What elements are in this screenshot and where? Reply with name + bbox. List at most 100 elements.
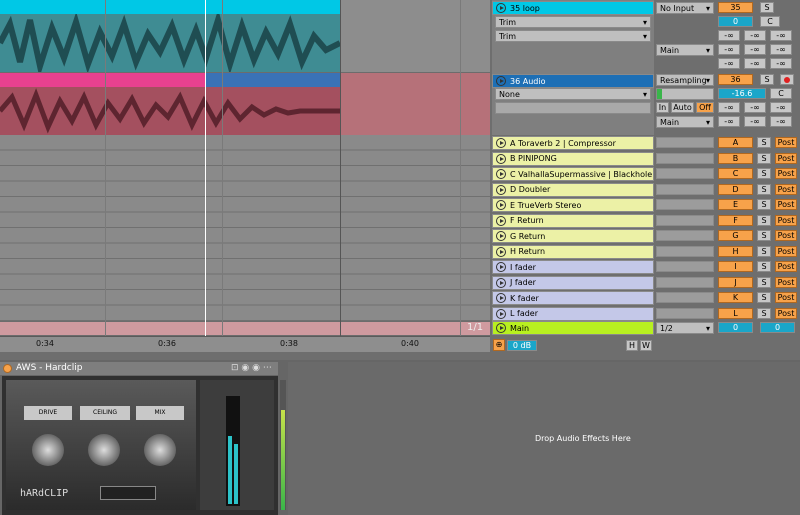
device-view[interactable]: AWS - Hardclip ⊡ ◉ ◉ ⋯ DRIVE CEILING MIX… — [0, 360, 800, 515]
return-post-button[interactable]: Post — [775, 199, 797, 210]
send-loop[interactable]: -∞ — [718, 30, 740, 41]
return-solo-button[interactable]: S — [757, 152, 771, 164]
pan-master[interactable]: 0 — [760, 322, 795, 333]
return-post-button[interactable]: Post — [775, 214, 797, 226]
return-activator[interactable]: C — [718, 168, 753, 179]
return-solo-button[interactable]: S — [757, 230, 771, 241]
input-channel-chooser-audio[interactable] — [495, 102, 651, 114]
fold-icon[interactable] — [496, 246, 506, 257]
return-track-title[interactable]: G Return — [492, 229, 654, 243]
fold-icon[interactable] — [496, 169, 506, 179]
return-lanes[interactable] — [0, 135, 490, 322]
fold-icon[interactable] — [496, 184, 506, 195]
return-post-button[interactable]: Post — [775, 292, 797, 303]
return-activator[interactable]: F — [718, 214, 753, 226]
return-solo-button[interactable]: S — [757, 168, 771, 179]
device-power-icon[interactable] — [3, 364, 12, 373]
return-activator[interactable]: L — [718, 307, 753, 319]
fold-icon[interactable] — [496, 308, 506, 319]
fold-icon[interactable] — [496, 215, 506, 226]
solo-button-loop[interactable]: S — [760, 2, 774, 13]
return-post-button[interactable]: Post — [775, 168, 797, 179]
track-activator-loop[interactable]: 35 — [718, 2, 753, 13]
input-chooser-audio[interactable]: Resampling — [656, 74, 714, 86]
drop-zone[interactable]: Drop Audio Effects Here — [288, 362, 800, 515]
volume-loop[interactable]: 0 — [718, 16, 753, 27]
fold-icon[interactable] — [496, 200, 506, 210]
return-track-title[interactable]: K fader — [492, 291, 654, 305]
return-post-button[interactable]: Post — [775, 261, 797, 272]
return-solo-button[interactable]: S — [757, 199, 771, 210]
clip-audio-header[interactable] — [0, 73, 205, 87]
send-loop[interactable]: -∞ — [744, 30, 766, 41]
monitor-off-button[interactable]: Off — [696, 102, 714, 113]
return-track-title[interactable]: I fader — [492, 260, 654, 274]
return-post-button[interactable]: Post — [775, 245, 797, 257]
pan-audio[interactable]: C — [770, 88, 792, 99]
fold-icon[interactable] — [496, 3, 506, 13]
return-solo-button[interactable]: S — [757, 245, 771, 257]
headphone-gain[interactable]: 0 dB — [507, 340, 537, 351]
device-chooser-1[interactable]: Trim — [495, 16, 651, 28]
return-track-title[interactable]: D Doubler — [492, 182, 654, 197]
send-loop[interactable]: -∞ — [770, 44, 792, 55]
arm-button-audio[interactable] — [780, 74, 794, 85]
volume-audio[interactable]: -16.6 — [718, 88, 766, 99]
clip-loop-waveform[interactable] — [0, 9, 342, 78]
fold-icon[interactable] — [496, 262, 506, 272]
solo-button-audio[interactable]: S — [760, 74, 774, 85]
send-audio[interactable]: -∞ — [718, 116, 740, 127]
drive-knob[interactable] — [32, 434, 64, 466]
fold-icon[interactable] — [496, 138, 506, 148]
track-title-loop[interactable]: 35 loop — [492, 1, 654, 15]
return-post-button[interactable]: Post — [775, 276, 797, 288]
device-settings-icons[interactable]: ⊡ ◉ ◉ ⋯ — [231, 363, 272, 373]
return-solo-button[interactable]: S — [757, 214, 771, 226]
return-track-title[interactable]: J fader — [492, 275, 654, 290]
return-activator[interactable]: E — [718, 199, 753, 210]
clip-audio-waveform[interactable] — [0, 87, 340, 135]
return-solo-button[interactable]: S — [757, 276, 771, 288]
volume-master[interactable]: 0 — [718, 322, 753, 333]
fold-icon[interactable] — [496, 231, 506, 241]
output-chooser-audio[interactable]: Main — [656, 116, 714, 128]
fold-icon[interactable] — [496, 323, 506, 333]
return-activator[interactable]: H — [718, 245, 753, 257]
fold-icon[interactable] — [496, 277, 506, 288]
return-track-title[interactable]: B PINIPONG — [492, 151, 654, 166]
return-post-button[interactable]: Post — [775, 307, 797, 319]
return-track-title[interactable]: F Return — [492, 213, 654, 228]
return-solo-button[interactable]: S — [757, 261, 771, 272]
clip-loop-header[interactable] — [0, 0, 340, 14]
height-toggle-h[interactable]: H — [626, 340, 638, 351]
return-activator[interactable]: A — [718, 137, 753, 148]
fold-icon[interactable] — [496, 76, 506, 86]
input-chooser-loop[interactable]: No Input — [656, 2, 714, 14]
playhead[interactable] — [205, 0, 206, 336]
return-track-title[interactable]: H Return — [492, 244, 654, 259]
return-post-button[interactable]: Post — [775, 183, 797, 195]
return-activator[interactable]: K — [718, 292, 753, 303]
lane-35-loop[interactable] — [0, 0, 490, 78]
send-audio[interactable]: -∞ — [770, 102, 792, 113]
return-solo-button[interactable]: S — [757, 292, 771, 303]
track-activator-audio[interactable]: 36 — [718, 74, 753, 85]
time-ruler[interactable]: 0:34 0:36 0:38 0:40 — [0, 336, 490, 352]
lane-36-audio[interactable] — [0, 73, 490, 135]
return-track-title[interactable]: A Toraverb 2 | Compressor — [492, 136, 654, 150]
crossfade-icon[interactable]: ⊕ — [493, 339, 505, 351]
return-activator[interactable]: J — [718, 276, 753, 288]
send-loop[interactable]: -∞ — [770, 58, 792, 69]
send-audio[interactable]: -∞ — [770, 116, 792, 127]
return-solo-button[interactable]: S — [757, 183, 771, 195]
ceiling-knob[interactable] — [88, 434, 120, 466]
send-loop[interactable]: -∞ — [718, 44, 740, 55]
return-track-title[interactable]: L fader — [492, 306, 654, 321]
send-loop[interactable]: -∞ — [770, 30, 792, 41]
send-audio[interactable]: -∞ — [744, 102, 766, 113]
master-lane[interactable] — [0, 322, 490, 336]
monitor-auto-button[interactable]: Auto — [671, 102, 694, 113]
input-type-chooser-audio[interactable]: None — [495, 88, 651, 100]
return-post-button[interactable]: Post — [775, 137, 797, 148]
fold-icon[interactable] — [496, 293, 506, 303]
